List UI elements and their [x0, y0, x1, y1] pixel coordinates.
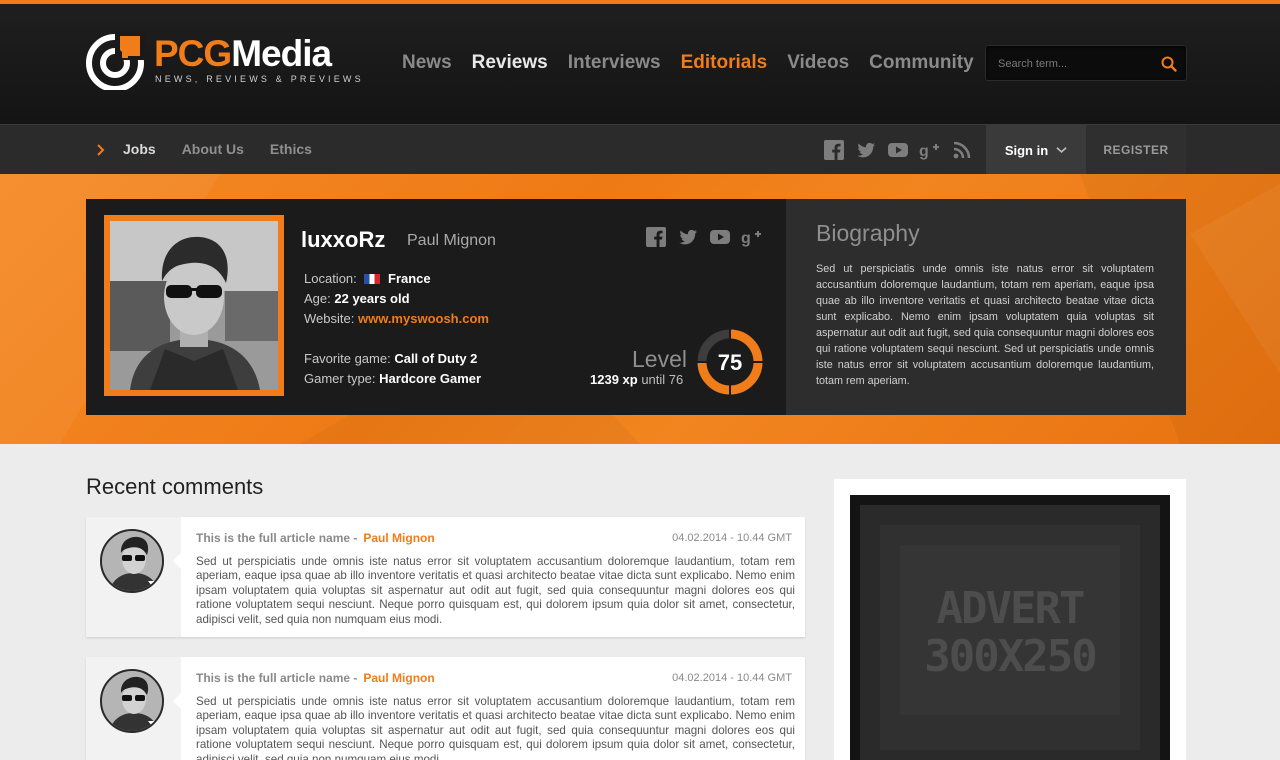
profile-age: Age: 22 years old [304, 291, 410, 306]
avatar[interactable] [100, 669, 164, 733]
logo-word-pcg: PCG [154, 33, 232, 74]
advert-line-2: 300X250 [924, 631, 1097, 682]
level-ring: 75 [697, 329, 763, 395]
comment-article-title: This is the full article name - Paul Mign… [196, 531, 435, 545]
profile-username: luxxoRz [301, 227, 386, 252]
search-input[interactable] [998, 55, 1148, 73]
comment-pointer [173, 693, 181, 709]
twitter-icon[interactable] [677, 226, 699, 248]
gamer-type-value: Hardcore Gamer [379, 371, 482, 386]
website-label: Website: [304, 311, 355, 326]
subnav-about-us[interactable]: About Us [182, 141, 244, 157]
xp-suffix: until 76 [641, 372, 684, 387]
logo-mark-icon [86, 32, 146, 90]
comment-pointer [173, 553, 181, 569]
facebook-icon[interactable] [645, 226, 667, 248]
comment-author[interactable]: Paul Mignon [363, 671, 434, 685]
comment-author[interactable]: Paul Mignon [363, 531, 434, 545]
age-label: Age: [304, 291, 331, 306]
site-logo[interactable]: PCGMedia NEWS, REVIEWS & PREVIEWS [86, 30, 386, 92]
logo-tagline: NEWS, REVIEWS & PREVIEWS [155, 74, 364, 84]
chevron-right-icon [97, 144, 105, 156]
comment-date: 04.02.2014 - 10.44 GMT [672, 532, 792, 544]
profile-real-name: Paul Mignon [407, 232, 496, 249]
level-label: Level [632, 346, 687, 372]
level-xp: 1239 xp until 76 [590, 372, 683, 387]
profile-location: Location: France [304, 271, 431, 286]
nav-interviews[interactable]: Interviews [568, 52, 661, 74]
avatar[interactable] [100, 529, 164, 593]
comment-text: Sed ut perspiciatis unde omnis iste natu… [196, 555, 795, 626]
search-icon[interactable] [1160, 55, 1178, 73]
profile-favorite-game: Favorite game: Call of Duty 2 [304, 351, 477, 366]
location-value: France [388, 271, 431, 286]
recent-comments-title: Recent comments [86, 474, 264, 499]
sign-in-label: Sign in [1004, 142, 1049, 158]
svg-text:g: g [741, 230, 751, 247]
svg-text:g: g [919, 143, 929, 160]
xp-value: 1239 xp [590, 372, 638, 387]
facebook-icon[interactable] [823, 139, 845, 161]
nav-editorials[interactable]: Editorials [681, 52, 768, 74]
profile-photo [104, 215, 284, 396]
profile-website: Website: www.myswoosh.com [304, 311, 489, 326]
logo-word-media: Media [231, 33, 332, 74]
nav-community[interactable]: Community [869, 52, 974, 74]
profile-gamer-type: Gamer type: Hardcore Gamer [304, 371, 481, 386]
search-box [985, 45, 1187, 81]
website-link[interactable]: www.myswoosh.com [358, 311, 489, 326]
comment-text: Sed ut perspiciatis unde omnis iste natu… [196, 695, 795, 760]
google-plus-icon[interactable]: g [741, 226, 763, 248]
comment-article-title: This is the full article name - Paul Mign… [196, 671, 435, 685]
age-value: 22 years old [334, 291, 410, 306]
youtube-icon[interactable] [887, 139, 909, 161]
advert-text: ADVERT 300X250 [900, 585, 1120, 681]
nav-news[interactable]: News [402, 52, 452, 74]
comment-item: This is the full article name - Paul Mign… [86, 517, 805, 637]
subnav-ethics[interactable]: Ethics [270, 141, 312, 157]
biography-text: Sed ut perspiciatis unde omnis iste natu… [816, 263, 1154, 387]
location-label: Location: [304, 271, 357, 286]
comment-item: This is the full article name - Paul Mign… [86, 657, 805, 760]
advert-line-1: ADVERT [936, 583, 1086, 634]
favorite-game-value: Call of Duty 2 [394, 351, 478, 366]
rss-icon[interactable] [951, 139, 973, 161]
level-value: 75 [718, 350, 742, 375]
logo-wordmark: PCGMedia [154, 33, 332, 74]
biography-title: Biography [816, 220, 920, 246]
sign-in-button[interactable]: Sign in [986, 125, 1086, 175]
gamer-type-label: Gamer type: [304, 371, 376, 386]
comment-article-name[interactable]: This is the full article name - [196, 671, 357, 685]
secondary-nav-links: Jobs About Us Ethics [123, 141, 338, 157]
profile-photo-image [110, 221, 278, 390]
favorite-game-label: Favorite game: [304, 351, 391, 366]
subnav-jobs[interactable]: Jobs [123, 141, 156, 157]
twitter-icon[interactable] [855, 139, 877, 161]
profile-social-icons: g [645, 226, 763, 248]
nav-videos[interactable]: Videos [787, 52, 849, 74]
nav-reviews[interactable]: Reviews [472, 52, 548, 74]
header-social-icons: g [823, 139, 973, 161]
comment-date: 04.02.2014 - 10.44 GMT [672, 672, 792, 684]
france-flag-icon [364, 274, 381, 284]
register-button[interactable]: REGISTER [1086, 125, 1186, 175]
comment-article-name[interactable]: This is the full article name - [196, 531, 357, 545]
youtube-icon[interactable] [709, 226, 731, 248]
chevron-down-icon [1056, 147, 1067, 153]
main-nav: News Reviews Interviews Editorials Video… [402, 52, 994, 74]
secondary-nav-bar: Jobs About Us Ethics g Sign in REGISTER [0, 124, 1280, 175]
google-plus-icon[interactable]: g [919, 139, 941, 161]
